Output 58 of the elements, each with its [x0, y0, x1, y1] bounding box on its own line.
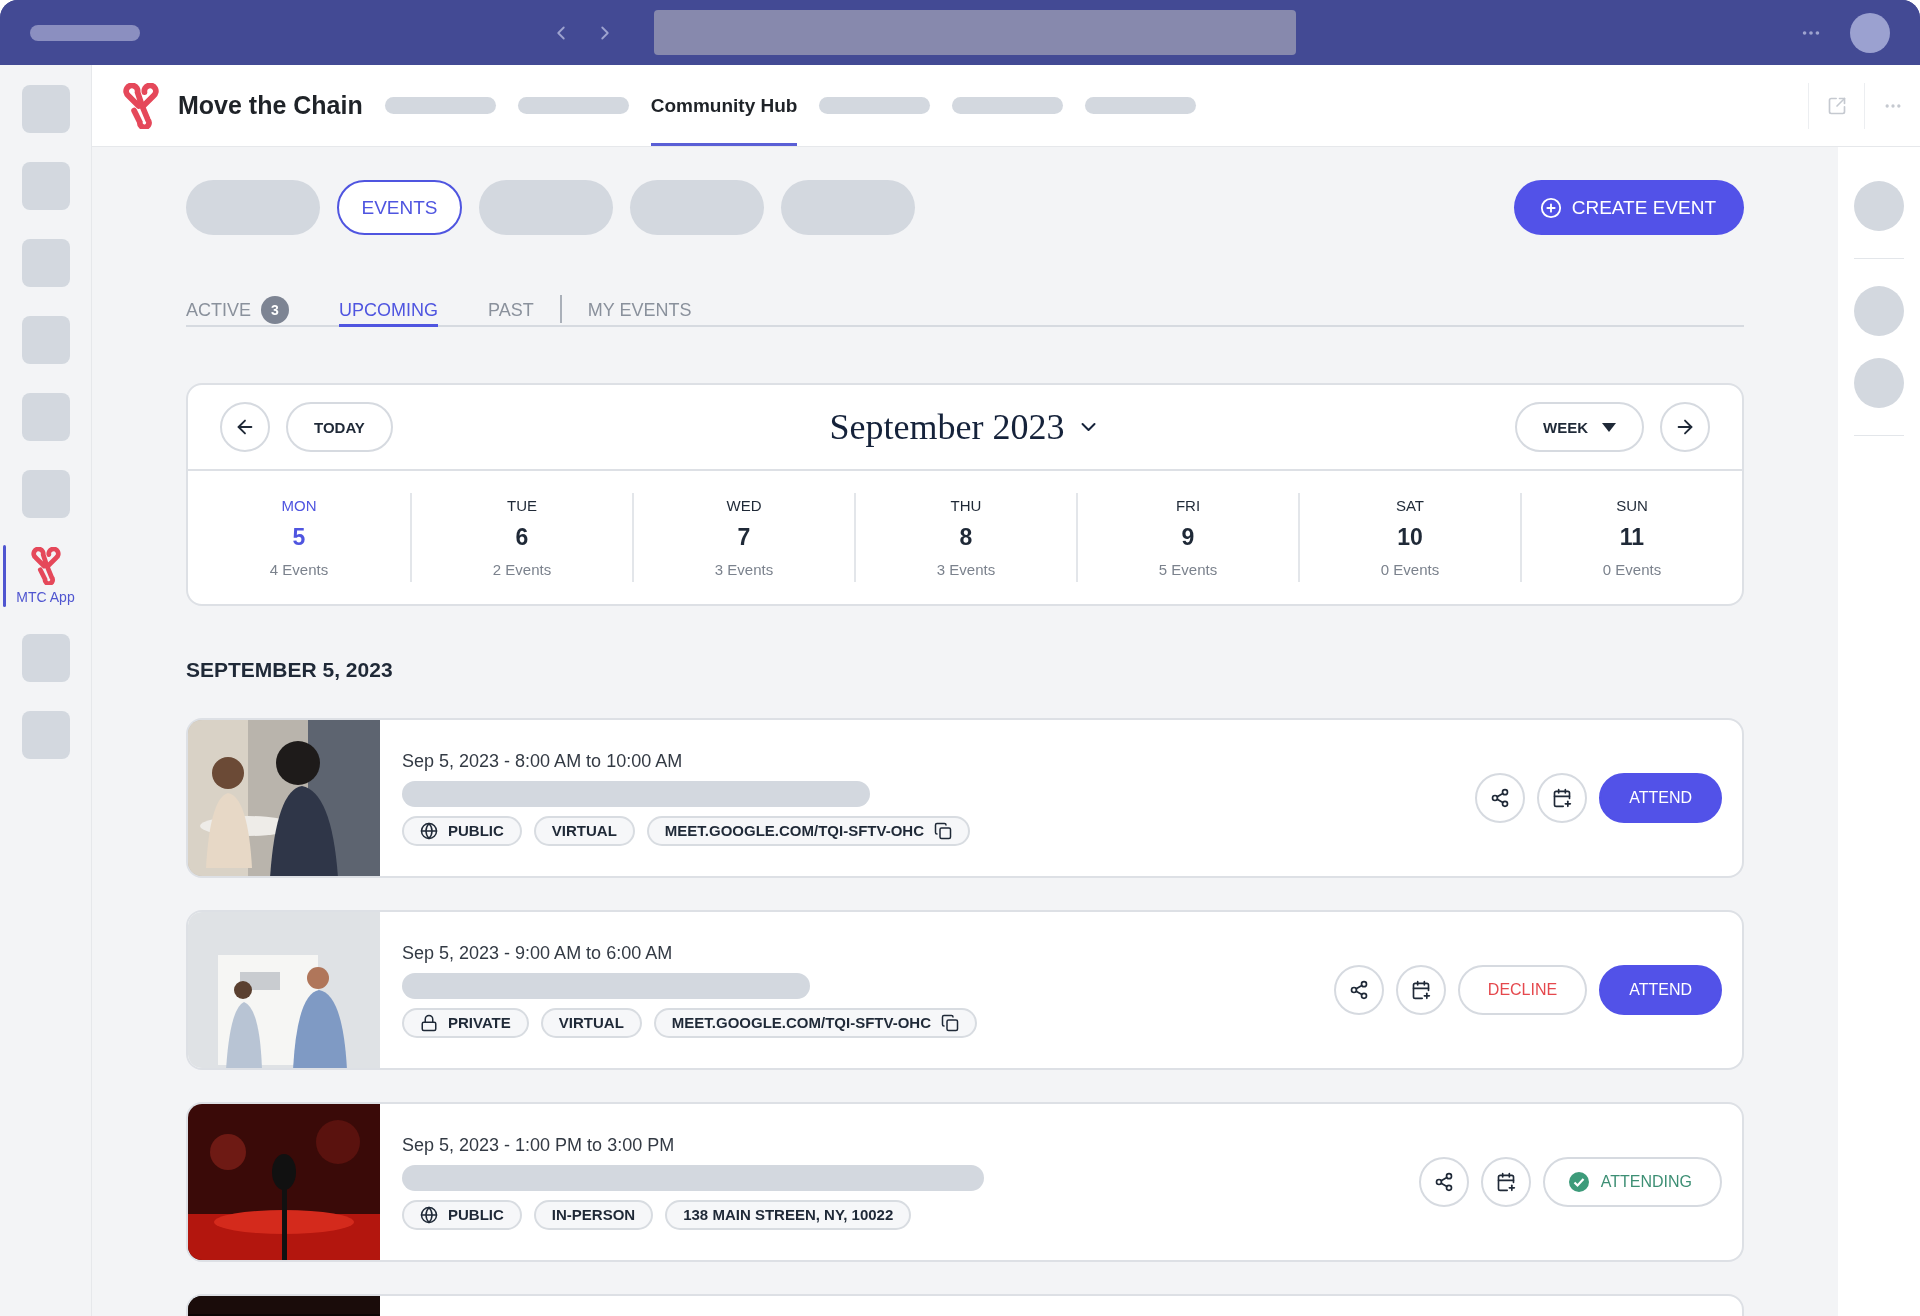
check-icon: [1568, 1172, 1589, 1192]
calendar-plus-icon: [1552, 788, 1573, 808]
avatar[interactable]: [1850, 12, 1890, 53]
format-tag: IN-PERSON: [533, 1199, 654, 1230]
day-column[interactable]: FRI 9 5 Events: [1076, 493, 1298, 582]
view-dropdown[interactable]: WEEK: [1515, 402, 1644, 452]
filter-chip[interactable]: EVENTS: [337, 180, 462, 235]
add-to-calendar-button[interactable]: [1395, 965, 1446, 1015]
visibility-tag: PUBLIC: [402, 815, 522, 846]
day-column[interactable]: WED 7 3 Events: [632, 493, 854, 582]
format-tag: VIRTUAL: [540, 1007, 642, 1038]
calendar-plus-icon: [1495, 1172, 1516, 1192]
event-time: Sep 5, 2023 - 9:00 AM to 6:00 AM: [402, 942, 674, 964]
plus-icon: [1539, 196, 1562, 219]
event-time: Sep 5, 2023 - 1:00 PM to 3:00 PM: [402, 1134, 676, 1156]
section-heading: SEPTEMBER 5, 2023: [186, 658, 394, 682]
share-icon: [1433, 1172, 1454, 1192]
share-button[interactable]: [1475, 773, 1526, 823]
attend-button[interactable]: ATTEND: [1599, 773, 1722, 823]
copy-icon[interactable]: [934, 821, 952, 840]
calendar-plus-icon: [1410, 980, 1431, 1000]
add-to-calendar-button[interactable]: [1537, 773, 1588, 823]
tab[interactable]: ACTIVE 3: [186, 296, 289, 327]
format-tag: VIRTUAL: [533, 815, 635, 846]
visibility-tag: PRIVATE: [402, 1007, 529, 1038]
day-column[interactable]: THU 8 3 Events: [854, 493, 1076, 582]
attend-button[interactable]: ATTEND: [1599, 965, 1722, 1015]
count-badge: 3: [261, 296, 289, 324]
share-button[interactable]: [1418, 1157, 1469, 1207]
event-time: Sep 5, 2023 - 8:00 AM to 10:00 AM: [402, 750, 684, 772]
tab[interactable]: UPCOMING: [339, 296, 438, 327]
day-column[interactable]: MON 5 4 Events: [188, 493, 410, 582]
location-tag: 138 MAIN STREEN, NY, 10022: [665, 1199, 912, 1230]
globe-icon: [420, 821, 438, 840]
today-button[interactable]: TODAY: [286, 402, 393, 452]
app-nav-item[interactable]: MTC App: [0, 547, 92, 605]
share-button[interactable]: [1333, 965, 1384, 1015]
share-icon: [1490, 788, 1511, 808]
location-tag: MEET.GOOGLE.COM/TQI-SFTV-OHC: [646, 815, 970, 846]
share-icon: [1348, 980, 1369, 1000]
day-column[interactable]: SUN 11 0 Events: [1520, 493, 1742, 582]
caret-icon: [1602, 422, 1616, 432]
app-title: Move the Chain: [178, 91, 363, 120]
previous-button[interactable]: [220, 402, 270, 452]
decline-button[interactable]: DECLINE: [1457, 965, 1588, 1015]
day-column[interactable]: TUE 6 2 Events: [410, 493, 632, 582]
globe-icon: [420, 1205, 438, 1224]
day-column[interactable]: SAT 10 0 Events: [1298, 493, 1520, 582]
nav-tab[interactable]: Community Hub: [650, 65, 798, 146]
create-event-button[interactable]: CREATE EVENT: [1513, 180, 1744, 235]
visibility-tag: PUBLIC: [402, 1199, 522, 1230]
lock-icon: [420, 1013, 438, 1032]
attending-button[interactable]: ATTENDING: [1542, 1157, 1722, 1207]
next-button[interactable]: [1660, 402, 1710, 452]
add-to-calendar-button[interactable]: [1480, 1157, 1531, 1207]
month-picker[interactable]: September 2023: [829, 406, 1101, 448]
location-tag: MEET.GOOGLE.COM/TQI-SFTV-OHC: [653, 1007, 977, 1038]
copy-icon[interactable]: [940, 1013, 959, 1032]
